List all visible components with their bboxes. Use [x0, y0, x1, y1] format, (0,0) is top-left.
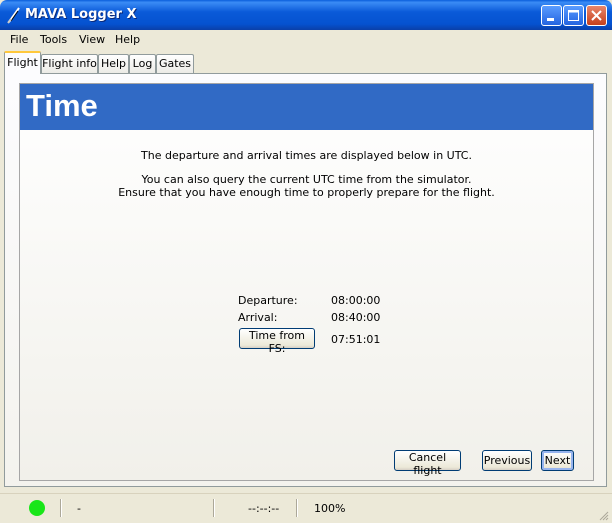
- connection-indicator-icon: [29, 500, 45, 516]
- tab-flight-info[interactable]: Flight info: [41, 54, 98, 73]
- app-icon: [7, 7, 20, 24]
- tab-panel: Time The departure and arrival times are…: [4, 73, 607, 487]
- main-window: MAVA Logger X File Tools View Help Time …: [0, 0, 612, 523]
- status-bar: - --:--:-- 100%: [0, 493, 612, 523]
- description-line-2: You can also query the current UTC time …: [141, 173, 472, 186]
- tab-help[interactable]: Help: [98, 54, 129, 73]
- menu-file[interactable]: File: [10, 33, 28, 46]
- status-field-1: -: [77, 502, 81, 515]
- window-title: MAVA Logger X: [25, 7, 137, 22]
- title-bar[interactable]: MAVA Logger X: [0, 0, 612, 30]
- close-button[interactable]: [586, 5, 607, 26]
- tab-gates[interactable]: Gates: [156, 54, 194, 73]
- arrival-label: Arrival:: [238, 311, 278, 324]
- menu-tools[interactable]: Tools: [40, 33, 67, 46]
- departure-value: 08:00:00: [331, 294, 381, 307]
- status-separator: [296, 499, 298, 517]
- page-banner: Time: [20, 84, 593, 130]
- tab-flight[interactable]: Flight: [4, 51, 41, 74]
- resize-grip-icon[interactable]: [599, 511, 609, 521]
- time-from-fs-button[interactable]: Time from FS:: [239, 328, 315, 355]
- close-icon: [591, 10, 602, 21]
- menu-help[interactable]: Help: [115, 33, 140, 46]
- description-line-1: The departure and arrival times are disp…: [141, 149, 472, 162]
- wizard-page: Time The departure and arrival times are…: [19, 83, 594, 481]
- minimize-button[interactable]: [541, 5, 562, 26]
- previous-button[interactable]: Previous: [482, 450, 532, 471]
- status-zoom: 100%: [314, 502, 346, 515]
- menu-view[interactable]: View: [79, 33, 105, 46]
- status-separator: [213, 499, 215, 517]
- menu-bar: File Tools View Help: [0, 30, 612, 49]
- tab-log[interactable]: Log: [129, 54, 156, 73]
- minimize-icon: [547, 18, 554, 21]
- cancel-flight-button[interactable]: Cancel flight: [394, 450, 461, 477]
- departure-label: Departure:: [238, 294, 298, 307]
- fs-time-value: 07:51:01: [331, 333, 381, 346]
- maximize-button[interactable]: [563, 5, 584, 26]
- status-time: --:--:--: [248, 502, 280, 515]
- status-separator: [60, 499, 62, 517]
- next-button[interactable]: Next: [541, 450, 574, 471]
- description-line-3: Ensure that you have enough time to prop…: [118, 186, 495, 199]
- maximize-icon: [568, 10, 579, 21]
- arrival-value: 08:40:00: [331, 311, 381, 324]
- page-title: Time: [26, 88, 98, 123]
